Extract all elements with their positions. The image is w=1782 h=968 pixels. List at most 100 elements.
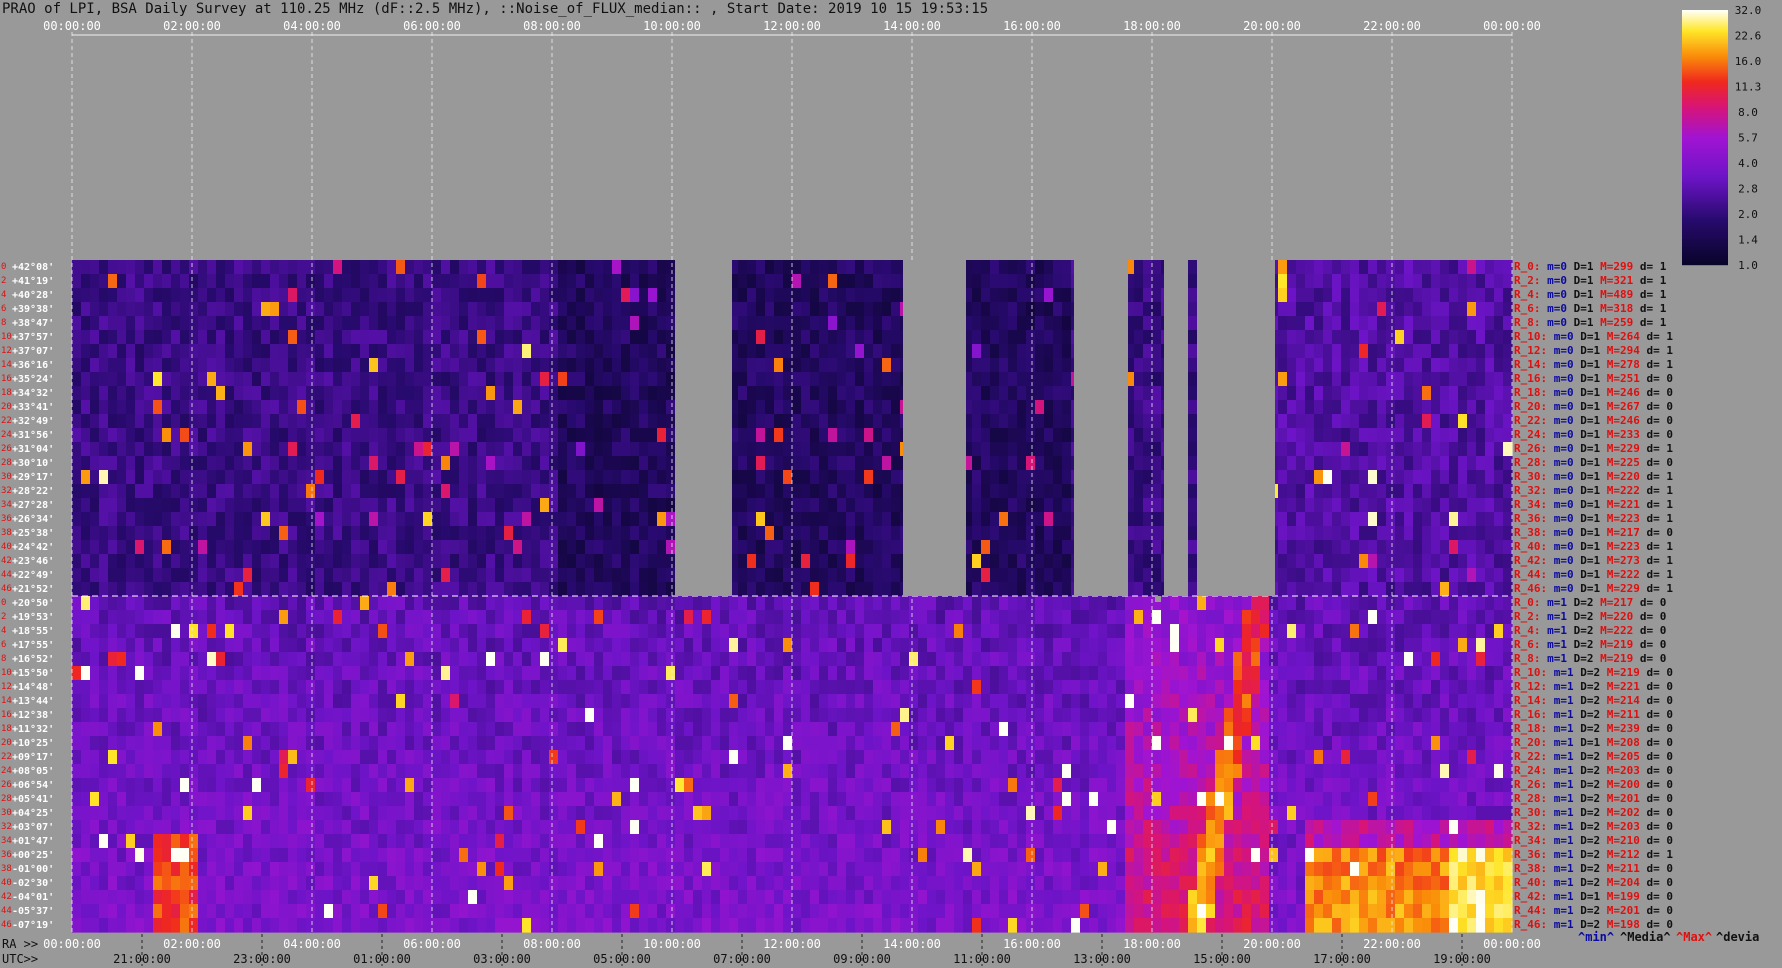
heatmap-cell [531, 610, 541, 625]
heatmap-cell [531, 638, 541, 653]
heatmap-cell [630, 274, 640, 289]
heatmap-cell [1431, 652, 1441, 667]
heatmap-cell [207, 442, 217, 457]
heatmap-cell [1314, 484, 1324, 499]
heatmap-cell [1350, 638, 1360, 653]
heatmap-cell [1458, 316, 1468, 331]
heatmap-cell [1449, 428, 1459, 443]
heatmap-cell [504, 274, 514, 289]
heatmap-cell [486, 414, 496, 429]
heatmap-cell [207, 568, 217, 583]
heatmap-cell [972, 358, 982, 373]
heatmap-cell [198, 484, 208, 499]
heatmap-cell [216, 694, 226, 709]
heatmap-cell [630, 358, 640, 373]
heatmap-cell [747, 554, 757, 569]
heatmap-cell [504, 344, 514, 359]
heatmap-cell [585, 260, 595, 275]
heatmap-cell [1017, 624, 1027, 639]
heatmap-cell [360, 666, 370, 681]
heatmap-cell [1458, 344, 1468, 359]
heatmap-cell [549, 260, 559, 275]
heatmap-cell [135, 260, 145, 275]
heatmap-cell [1359, 624, 1369, 639]
heatmap-cell [351, 526, 361, 541]
heatmap-cell [216, 470, 226, 485]
heatmap-cell [423, 638, 433, 653]
heatmap-cell [81, 302, 91, 317]
heatmap-cell [513, 582, 523, 597]
heatmap-cell [216, 386, 226, 401]
heatmap-cell [801, 540, 811, 555]
heatmap-cell [1170, 624, 1180, 639]
heatmap-cell [1494, 652, 1504, 667]
heatmap-cell [864, 274, 874, 289]
heatmap-cell [1494, 624, 1504, 639]
heatmap-cell [810, 428, 820, 443]
heatmap-cell [171, 582, 181, 597]
heatmap-cell [882, 484, 892, 499]
heatmap-cell [792, 372, 802, 387]
heatmap-cell [1071, 624, 1081, 639]
heatmap-cell [72, 638, 82, 653]
heatmap-cell [1431, 372, 1441, 387]
heatmap-cell [1458, 414, 1468, 429]
heatmap-cell [144, 694, 154, 709]
heatmap-cell [504, 512, 514, 527]
heatmap-cell [90, 442, 100, 457]
heatmap-cell [756, 330, 766, 345]
heatmap-cell [234, 680, 244, 695]
heatmap-cell [1386, 274, 1396, 289]
heatmap-cell [1440, 302, 1450, 317]
heatmap-cell [441, 512, 451, 527]
heatmap-cell [198, 330, 208, 345]
heatmap-cell [279, 442, 289, 457]
heatmap-cell [738, 414, 748, 429]
heatmap-cell [1467, 274, 1477, 289]
heatmap-cell [549, 526, 559, 541]
heatmap-cell [468, 470, 478, 485]
heatmap-cell [1395, 288, 1405, 303]
heatmap-cell [1485, 288, 1495, 303]
heatmap-cell [810, 260, 820, 275]
heatmap-cell [1179, 624, 1189, 639]
heatmap-cell [189, 372, 199, 387]
heatmap-cell [495, 372, 505, 387]
heatmap-cell [792, 554, 802, 569]
heatmap-cell [198, 428, 208, 443]
heatmap-cell [342, 624, 352, 639]
heatmap-cell [522, 554, 532, 569]
heatmap-cell [459, 484, 469, 499]
heatmap-cell [279, 624, 289, 639]
heatmap-cell [1431, 358, 1441, 373]
heatmap-cell [288, 596, 298, 611]
heatmap-cell [1152, 274, 1162, 289]
heatmap-cell [306, 526, 316, 541]
heatmap-cell [1404, 470, 1414, 485]
heatmap-cell [630, 442, 640, 457]
heatmap-cell [207, 386, 217, 401]
heatmap-cell [630, 680, 640, 695]
heatmap-cell [99, 554, 109, 569]
heatmap-cell [1458, 596, 1468, 611]
heatmap-cell [783, 554, 793, 569]
heatmap-cell [1170, 666, 1180, 681]
heatmap-cell [468, 568, 478, 583]
heatmap-cell [1431, 540, 1441, 555]
heatmap-cell [1008, 372, 1018, 387]
heatmap-cell [144, 554, 154, 569]
heatmap-cell [342, 400, 352, 415]
heatmap-cell [360, 610, 370, 625]
heatmap-cell [864, 484, 874, 499]
heatmap-cell [198, 610, 208, 625]
heatmap-cell [126, 274, 136, 289]
heatmap-cell [1026, 372, 1036, 387]
heatmap-cell [1503, 372, 1513, 387]
heatmap-cell [1278, 680, 1288, 695]
heatmap-cell [306, 470, 316, 485]
heatmap-cell [1206, 624, 1216, 639]
heatmap-cell [1098, 624, 1108, 639]
heatmap-cell [432, 456, 442, 471]
heatmap-cell [1503, 568, 1513, 583]
heatmap-cell [81, 442, 91, 457]
